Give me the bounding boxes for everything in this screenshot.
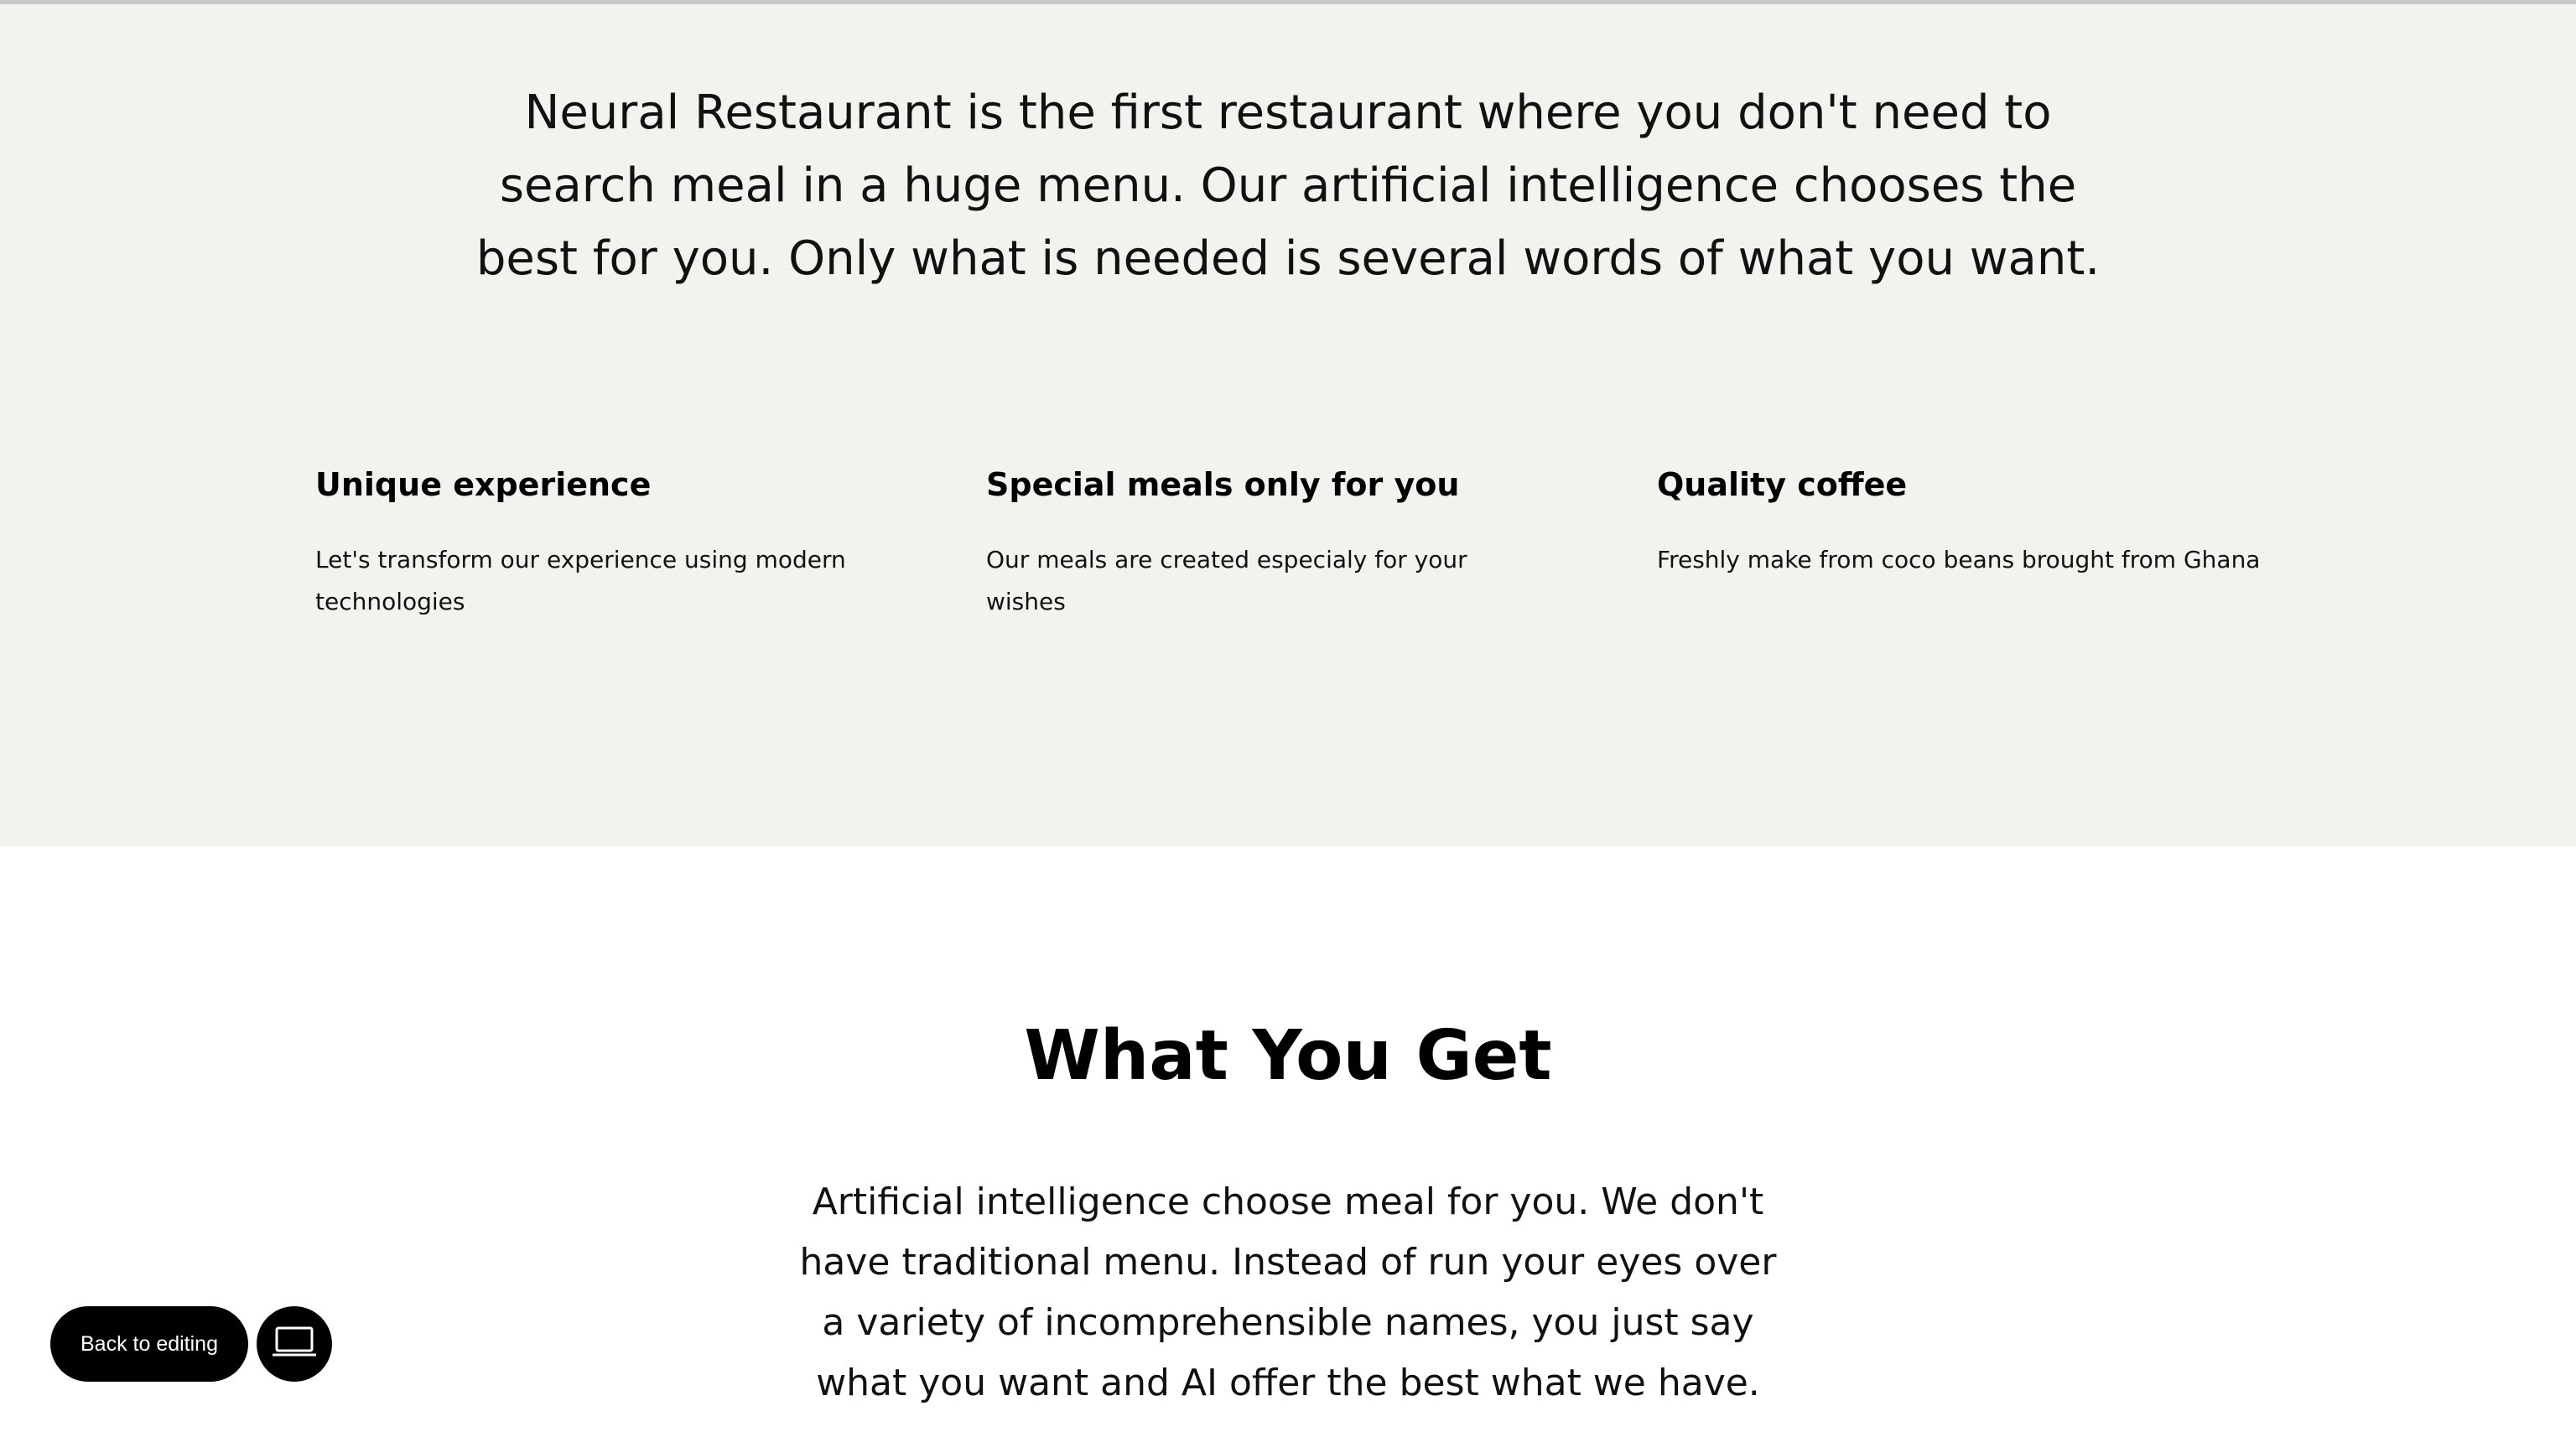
feature-description: Let's transform our experience using mod… (315, 546, 846, 615)
what-you-get-text: Artificial intelligence choose meal for … (799, 1180, 1777, 1404)
intro-section: Neural Restaurant is the first restauran… (0, 4, 2576, 846)
what-you-get-title: What You Get (1024, 1016, 1552, 1096)
feature-title: Unique experience (315, 466, 652, 503)
feature-title: Special meals only for you (986, 466, 1460, 503)
feature-quality-coffee: Quality coffee Freshly make from coco be… (1657, 464, 2294, 581)
back-to-editing-button[interactable]: Back to editing (50, 1306, 248, 1382)
feature-description: Freshly make from coco beans brought fro… (1657, 546, 2261, 573)
intro-text: Neural Restaurant is the first restauran… (475, 86, 2101, 286)
feature-description: Our meals are created especialy for your… (986, 546, 1467, 615)
device-preview-button[interactable] (257, 1306, 332, 1382)
feature-title: Quality coffee (1657, 466, 1908, 503)
laptop-icon (272, 1326, 317, 1362)
feature-unique-experience: Unique experience Let's transform our ex… (315, 464, 852, 623)
feature-special-meals: Special meals only for you Our meals are… (986, 464, 1523, 623)
